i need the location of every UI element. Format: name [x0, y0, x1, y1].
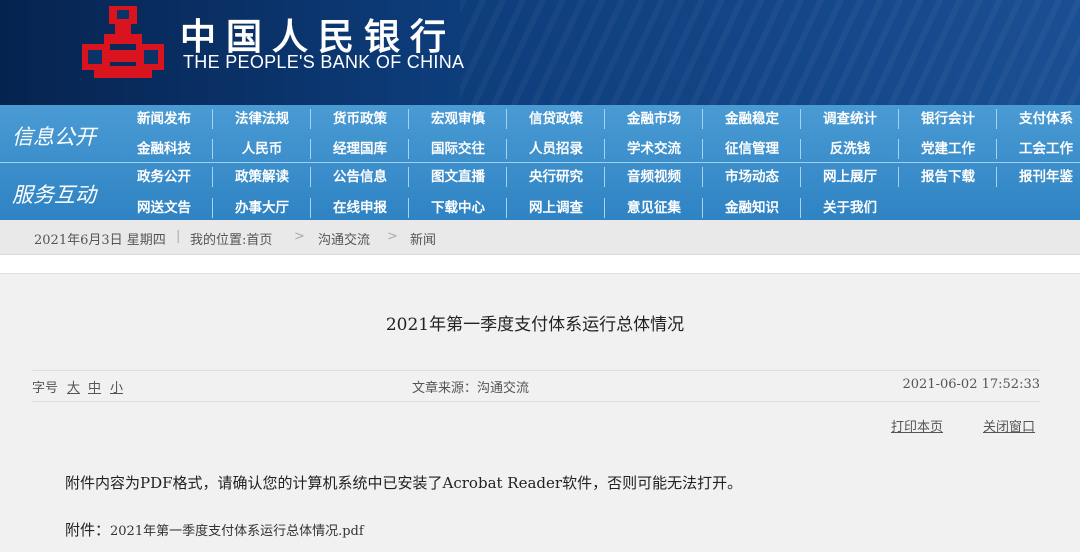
print-page-link[interactable]: 打印本页: [891, 416, 943, 435]
nav-item-credit-reference[interactable]: 征信管理: [703, 135, 801, 163]
attachment-link[interactable]: 2021年第一季度支付体系运行总体情况.pdf: [110, 524, 364, 539]
nav-item-news-release[interactable]: 新闻发布: [115, 105, 213, 133]
nav-item-credit-policy[interactable]: 信贷政策: [507, 105, 605, 133]
nav-item-financial-knowledge[interactable]: 金融知识: [703, 194, 801, 222]
breadcrumb: 2021年6月3日 星期四 | 我的位置:首页 > 沟通交流 > 新闻: [0, 220, 1080, 255]
nav-item-rmb[interactable]: 人民币: [213, 135, 311, 163]
nav-item-statistics[interactable]: 调查统计: [801, 105, 899, 133]
nav-item-service-hall[interactable]: 办事大厅: [213, 194, 311, 222]
main-nav: 信息公开 服务互动 新闻发布 法律法规 货币政策 宏观审慎 信贷政策 金融市场 …: [0, 105, 1080, 220]
breadcrumb-separator: >: [294, 229, 305, 244]
nav-item-recruitment[interactable]: 人员招录: [507, 135, 605, 163]
nav-item-download-center[interactable]: 下载中心: [409, 194, 507, 222]
pdf-notice: 附件内容为PDF格式，请确认您的计算机系统中已安装了Acrobat Reader…: [65, 474, 743, 492]
article-source: 文章来源：沟通交流: [412, 381, 530, 396]
nav-category-info: 信息公开: [12, 125, 96, 149]
attachment-row: 附件：2021年第一季度支付体系运行总体情况.pdf: [65, 519, 364, 540]
nav-item-union-work[interactable]: 工会工作: [997, 135, 1080, 163]
attachment-label: 附件：: [65, 521, 111, 539]
nav-item-policy-interpretation[interactable]: 政策解读: [213, 163, 311, 191]
nav-item-yearbook[interactable]: 报刊年鉴: [997, 163, 1080, 191]
article-meta-bar: 字号 大 中 小 文章来源：沟通交流 2021-06-02 17:52:33: [32, 370, 1040, 402]
breadcrumb-divider: |: [176, 229, 181, 244]
breadcrumb-level1[interactable]: 沟通交流: [318, 229, 370, 248]
current-date: 2021年6月3日 星期四: [34, 233, 166, 248]
nav-item-research[interactable]: 央行研究: [507, 163, 605, 191]
banner-texture: [460, 0, 1080, 105]
page-title: 2021年第一季度支付体系运行总体情况: [385, 315, 685, 335]
nav-category-service: 服务互动: [12, 183, 96, 207]
nav-item-about-us[interactable]: 关于我们: [801, 194, 899, 222]
nav-item-treasury[interactable]: 经理国库: [311, 135, 409, 163]
nav-item-government-affairs[interactable]: 政务公开: [115, 163, 213, 191]
nav-item-online-survey[interactable]: 网上调查: [507, 194, 605, 222]
nav-item-monetary-policy[interactable]: 货币政策: [311, 105, 409, 133]
nav-item-feedback[interactable]: 意见征集: [605, 194, 703, 222]
nav-item-laws[interactable]: 法律法规: [213, 105, 311, 133]
nav-item-live[interactable]: 图文直播: [409, 163, 507, 191]
nav-item-online-filing[interactable]: 在线申报: [311, 194, 409, 222]
nav-item-financial-market[interactable]: 金融市场: [605, 105, 703, 133]
breadcrumb-level2[interactable]: 新闻: [410, 229, 436, 248]
nav-item-financial-stability[interactable]: 金融稳定: [703, 105, 801, 133]
breadcrumb-home[interactable]: 我的位置:首页: [190, 229, 272, 248]
nav-item-announcements[interactable]: 公告信息: [311, 163, 409, 191]
nav-item-online-exhibition[interactable]: 网上展厅: [801, 163, 899, 191]
font-size-large-link[interactable]: 大: [67, 377, 80, 396]
nav-item-party-building[interactable]: 党建工作: [899, 135, 997, 163]
article-datetime: 2021-06-02 17:52:33: [902, 377, 1040, 392]
nav-item-anti-money-laundering[interactable]: 反洗钱: [801, 135, 899, 163]
font-size-label: 字号: [32, 381, 59, 396]
font-size-medium-link[interactable]: 中: [88, 377, 101, 396]
nav-item-payment-system[interactable]: 支付体系: [997, 105, 1080, 133]
nav-item-academic[interactable]: 学术交流: [605, 135, 703, 163]
nav-item-international[interactable]: 国际交往: [409, 135, 507, 163]
content-top-strip: [0, 255, 1080, 274]
header-banner: 中国人民银行 THE PEOPLE'S BANK OF CHINA: [0, 0, 1080, 105]
nav-item-report-download[interactable]: 报告下载: [899, 163, 997, 191]
close-window-link[interactable]: 关闭窗口: [983, 416, 1035, 435]
font-size-small-link[interactable]: 小: [110, 377, 123, 396]
nav-item-documents[interactable]: 网送文告: [115, 194, 213, 222]
nav-item-fintech[interactable]: 金融科技: [115, 135, 213, 163]
breadcrumb-separator: >: [387, 229, 398, 244]
nav-item-audio-video[interactable]: 音频视频: [605, 163, 703, 191]
pboc-logo-icon: [82, 6, 164, 78]
nav-item-accounting[interactable]: 银行会计: [899, 105, 997, 133]
bank-name-en: THE PEOPLE'S BANK OF CHINA: [183, 52, 465, 72]
nav-item-market-news[interactable]: 市场动态: [703, 163, 801, 191]
nav-item-macroprudential[interactable]: 宏观审慎: [409, 105, 507, 133]
